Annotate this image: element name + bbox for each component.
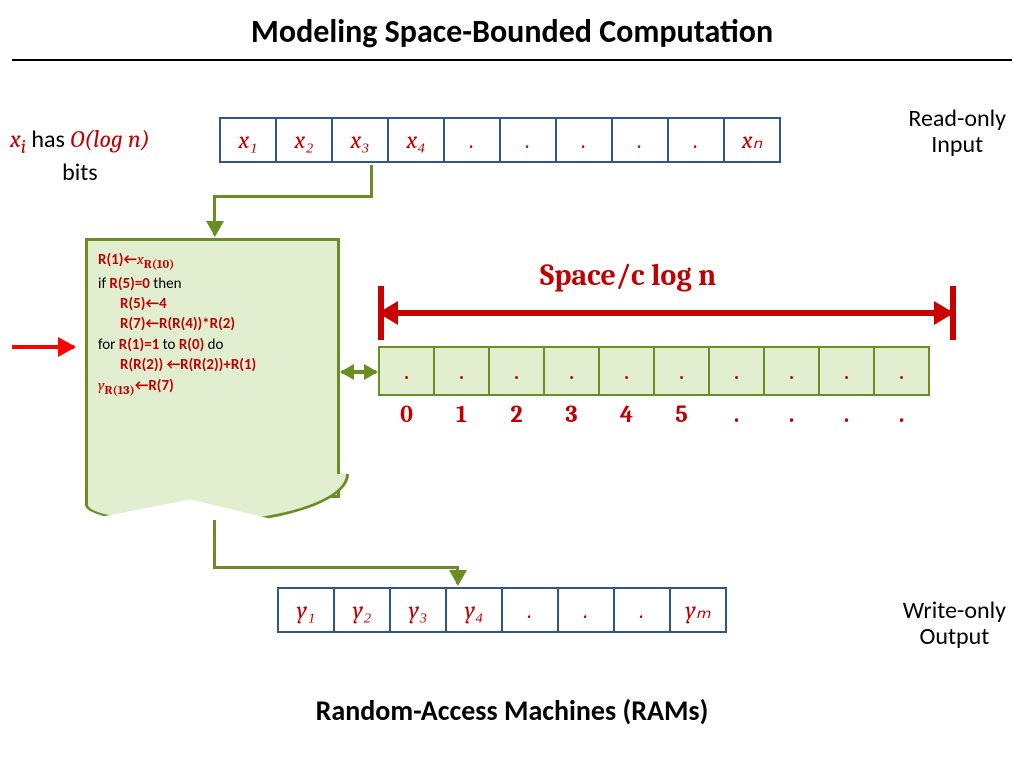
output-cell: . — [557, 587, 615, 633]
input-cell: x₃ — [331, 117, 389, 163]
output-cell: . — [501, 587, 559, 633]
output-cell: yₘ — [669, 587, 727, 633]
space-extent-bar — [380, 310, 952, 316]
output-tape-label: Write-onlyOutput — [903, 598, 1006, 651]
workspace-cell: . — [653, 346, 710, 396]
output-cell: . — [613, 587, 671, 633]
page-subtitle: Random-Access Machines (RAMs) — [0, 693, 1024, 728]
arrow-input-to-program — [213, 195, 216, 235]
workspace-cell: . — [543, 346, 600, 396]
output-cell: y₂ — [333, 587, 391, 633]
workspace-cell: . — [818, 346, 875, 396]
input-tape-label: Read-onlyInput — [908, 106, 1006, 159]
page-title: Modeling Space-Bounded Computation — [12, 0, 1012, 61]
input-cell: x₄ — [387, 117, 445, 163]
workspace-cell: . — [873, 346, 930, 396]
output-cell: y₄ — [445, 587, 503, 633]
input-cell: xₙ — [723, 117, 781, 163]
xi-bits-note: xi has O(log n) bits — [10, 125, 150, 187]
input-cell: . — [499, 117, 557, 163]
input-tape: x₁ x₂ x₃ x₄ . . . . . xₙ — [219, 117, 781, 163]
output-cell: y₁ — [277, 587, 335, 633]
arrow-program-to-output — [456, 566, 459, 584]
arrow-program-to-output — [213, 520, 216, 568]
workspace-cell: . — [708, 346, 765, 396]
space-bound-label: Space/c log n — [540, 258, 716, 293]
input-cell: x₂ — [275, 117, 333, 163]
output-cell: y₃ — [389, 587, 447, 633]
workspace-cell: . — [378, 346, 435, 396]
workspace-cell: . — [488, 346, 545, 396]
arrow-input-to-program — [213, 195, 373, 198]
workspace-indices: 012345.... — [378, 400, 930, 428]
input-cell: . — [443, 117, 501, 163]
arrow-input-to-program — [370, 165, 373, 197]
instruction-pointer-icon — [12, 345, 74, 349]
workspace-cell: . — [598, 346, 655, 396]
arrow-program-to-output — [213, 566, 458, 569]
input-cell: . — [555, 117, 613, 163]
input-cell: . — [667, 117, 725, 163]
workspace-tape: . . . . . . . . . . — [378, 346, 930, 396]
space-extent-right — [950, 286, 956, 340]
workspace-cell: . — [433, 346, 490, 396]
program-listing: R(1)←xR(10) if R(5)=0 then R(5)←4 R(7)←R… — [85, 238, 340, 498]
input-cell: x₁ — [219, 117, 277, 163]
output-tape: y₁ y₂ y₃ y₄ . . . yₘ — [277, 587, 727, 633]
input-cell: . — [611, 117, 669, 163]
arrow-program-workspace — [342, 370, 376, 374]
workspace-cell: . — [763, 346, 820, 396]
